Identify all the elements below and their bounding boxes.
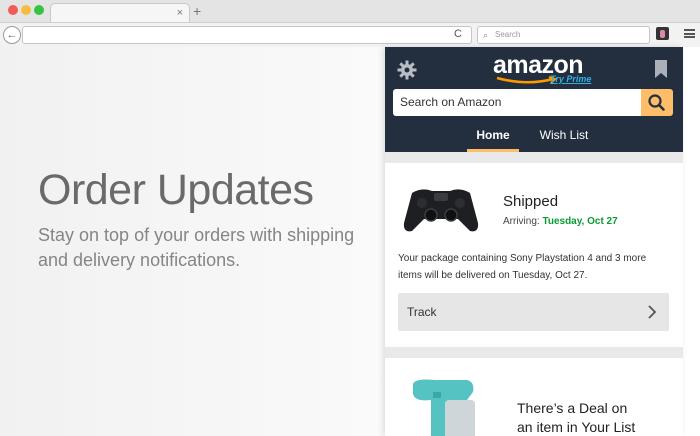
close-window-button[interactable] [8,5,18,15]
amazon-assistant-popup: amazon Try Prime Search on Amazon Home W… [385,47,683,436]
popup-search: Search on Amazon [393,89,673,116]
browser-search-placeholder: Search [495,30,521,39]
back-button[interactable]: ← [3,26,21,44]
stand-mixer-image [413,379,475,436]
tab-wish-list[interactable]: Wish List [530,125,598,152]
minimize-window-button[interactable] [21,5,31,15]
page-subtitle: Stay on top of your orders with shipping… [38,225,355,270]
hamburger-menu-icon[interactable] [684,29,695,38]
popup-header: amazon Try Prime Search on Amazon Home W… [385,47,683,152]
order-status: Shipped [503,193,559,210]
extension-icon[interactable] [656,27,669,40]
amazon-logo[interactable]: amazon Try Prime [493,51,593,87]
search-icon: ⌕ [483,30,489,40]
order-message: Your package containing Sony Playstation… [398,253,647,281]
reload-icon[interactable]: C [454,26,462,42]
page-title: Order Updates [38,166,314,214]
deal-title-line2: an item in Your List [517,419,636,435]
arrival-date: Tuesday, Oct 27 [542,216,618,227]
browser-tab-bar: × + [0,0,700,23]
browser-search-input[interactable]: ⌕ Search [477,26,650,44]
chevron-right-icon [648,305,657,319]
arrival-info: Arriving: Tuesday, Oct 27 [503,216,618,227]
new-tab-button[interactable]: + [193,3,201,19]
playstation-controller-image [403,189,479,232]
deal-title-line1: There’s a Deal on [517,400,628,416]
track-button[interactable]: Track [398,293,669,331]
popup-search-button[interactable] [641,89,673,116]
track-label: Track [407,305,437,319]
arriving-label: Arriving: [503,216,540,227]
try-prime-link[interactable]: Try Prime [550,74,591,84]
browser-toolbar: ← C ⌕ Search [0,22,700,48]
browser-tab[interactable]: × [50,3,190,23]
bookmark-icon[interactable] [655,60,667,78]
address-bar[interactable] [22,26,472,44]
tab-home[interactable]: Home [467,125,519,152]
deal-card[interactable]: There’s a Deal on an item in Your List [385,358,683,436]
order-update-card: Shipped Arriving: Tuesday, Oct 27 Your p… [385,163,683,347]
tab-close-icon[interactable]: × [177,6,183,20]
popup-tabs: Home Wish List [385,125,683,152]
popup-search-input[interactable]: Search on Amazon [393,89,641,116]
maximize-window-button[interactable] [34,5,44,15]
gear-icon[interactable] [397,60,417,80]
magnifier-icon [648,94,665,111]
